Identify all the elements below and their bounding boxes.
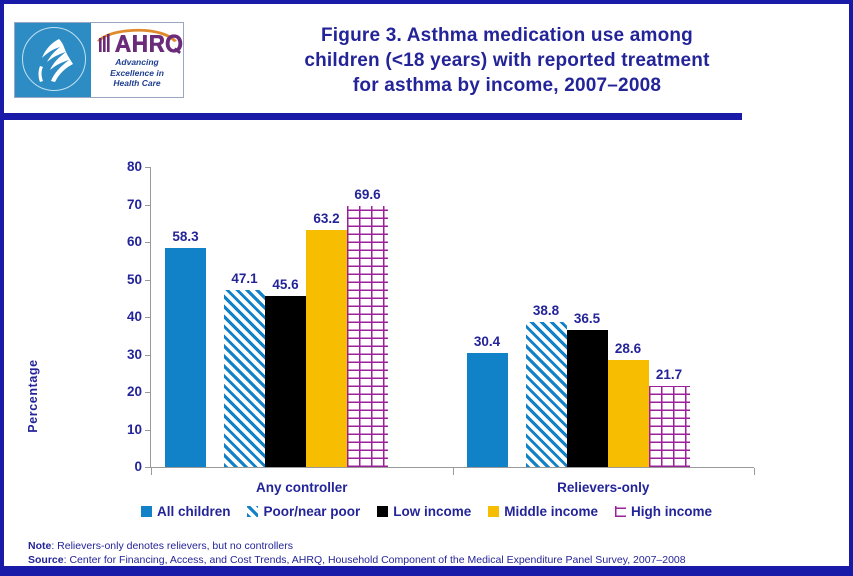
x-axis-category-label: Relievers-only [557,480,650,495]
x-axis-end-tick [754,468,755,475]
y-axis-tick-label: 50 [126,271,142,287]
legend-label: All children [156,504,231,519]
legend-item[interactable]: Poor/near poor [247,504,360,519]
legend-label: Middle income [504,504,599,519]
bar [648,385,690,467]
tagline-line-2: Excellence in [110,67,164,78]
bar-value-label: 21.7 [655,366,683,382]
figure-title-line-3: for asthma by income, 2007–2008 [352,75,662,96]
tagline-line-1: Advancing [115,57,159,67]
note-label: Note [28,540,52,552]
bar-value-label: 63.2 [313,211,340,226]
bar-value-label: 58.3 [172,229,199,245]
y-axis-tick-label: 40 [126,309,142,324]
bar-value-label: 28.6 [614,340,642,356]
legend-item[interactable]: All children [140,504,231,519]
x-axis-line [150,467,754,468]
y-axis-tick-label: 60 [126,234,142,249]
figure-header: Advancing Excellence in Health Care Figu… [4,4,849,108]
y-axis-tick-label: 30 [126,346,142,362]
legend-item[interactable]: High income [615,504,712,519]
hhs-eagle-seal-icon [15,23,91,97]
y-axis-tick-label: 20 [126,384,142,399]
legend-label: Low income [393,504,472,519]
source-label: Source [28,554,64,566]
bar [224,290,265,467]
note-line: Note: Relievers-only denotes relievers, … [28,539,838,553]
y-axis-tick-label: 70 [126,196,142,212]
x-axis-group-tick [453,468,454,475]
plot-area: 58.3 47.1 45.6 63.2 69.6 30.4 38.8 36.5 28.6 21.7 [151,167,754,467]
x-axis-end-tick [151,468,152,475]
bar-chart: Percentage 0 10 20 30 40 50 60 70 80 58.3 47.1 45.… [4,124,849,534]
ahrq-logotype-icon [97,28,183,55]
bar [466,353,508,467]
legend-item[interactable]: Low income [377,504,471,519]
legend-label: High income [631,504,713,519]
figure-title: Figure 3. Asthma medication use among ch… [202,23,812,98]
legend-swatch-icon [488,506,500,517]
title-divider-rule [4,113,742,120]
figure-page: Advancing Excellence in Health Care Figu… [0,0,853,576]
bottom-divider-rule [4,566,849,572]
bar [306,230,347,467]
source-line: Source: Center for Financing, Access, an… [28,553,838,567]
legend-swatch-icon [140,506,152,517]
y-axis-tick-label: 10 [126,421,142,437]
bar-value-label: 36.5 [573,311,601,327]
eagle-glyph [38,39,73,82]
figure-title-line-1: Figure 3. Asthma medication use among [321,25,693,46]
ahrq-tagline: Advancing Excellence in Health Care [91,57,183,89]
y-axis-tick-label: 0 [134,459,142,474]
figure-title-line-2: children (<18 years) with reported treat… [304,50,710,71]
legend-label: Poor/near poor [263,504,361,519]
bar [265,296,306,467]
tagline-line-3: Health Care [113,78,161,88]
bar [165,248,206,467]
chart-legend: All children Poor/near poor Low income Midd… [4,504,849,519]
legend-swatch-icon [615,506,627,517]
legend-item[interactable]: Middle income [488,504,598,519]
ahrq-wordmark: Advancing Excellence in Health Care [91,23,183,97]
y-axis-label: Percentage [26,359,40,433]
bar [525,321,567,467]
legend-swatch-icon [377,506,389,517]
note-text: : Relievers-only denotes relievers, but … [51,540,293,552]
bar-value-label: 45.6 [272,277,299,292]
legend-swatch-icon [247,506,259,517]
x-axis-category-label: Any controller [255,480,348,495]
figure-footnotes: Note: Relievers-only denotes relievers, … [28,539,838,567]
bar-value-label: 30.4 [473,334,501,349]
bar-value-label: 69.6 [354,187,381,202]
ahrq-logo: Advancing Excellence in Health Care [14,22,184,98]
y-axis-tick-label: 80 [126,159,142,174]
bar [347,206,388,467]
source-text: : Center for Financing, Access, and Cost… [63,554,686,566]
